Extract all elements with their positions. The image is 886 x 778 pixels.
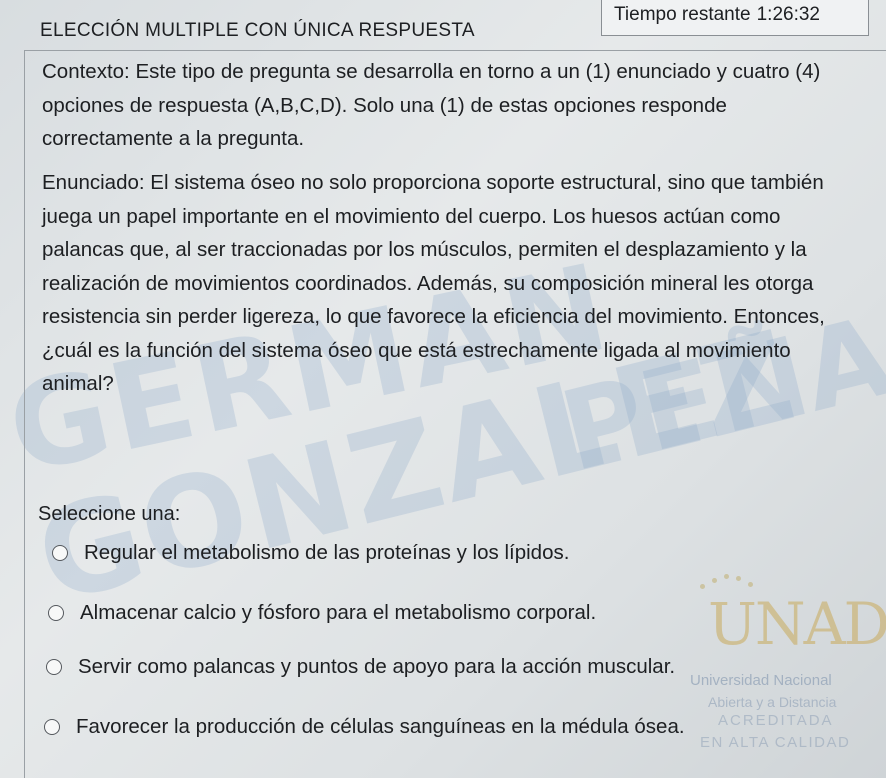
radio-button-c[interactable]	[46, 659, 62, 675]
question-statement: Enunciado: El sistema óseo no solo propo…	[42, 171, 825, 395]
answer-option-label: Servir como palancas y puntos de apoyo p…	[78, 655, 676, 678]
timer-label: Tiempo restante	[614, 4, 751, 25]
answer-option-a[interactable]: Regular el metabolismo de las proteínas …	[52, 541, 569, 565]
radio-button-d[interactable]	[44, 719, 60, 735]
radio-button-a[interactable]	[52, 545, 68, 561]
answer-option-d[interactable]: Favorecer la producción de células sangu…	[44, 715, 685, 739]
answer-option-c[interactable]: Servir como palancas y puntos de apoyo p…	[46, 655, 675, 679]
answer-option-label: Regular el metabolismo de las proteínas …	[84, 541, 570, 564]
question-context: Contexto: Este tipo de pregunta se desar…	[42, 60, 821, 150]
answer-option-label: Almacenar calcio y fósforo para el metab…	[80, 601, 597, 624]
select-one-label: Seleccione una:	[38, 503, 181, 525]
answer-option-label: Favorecer la producción de células sangu…	[76, 715, 685, 738]
time-remaining-box: Tiempo restante 1:26:32	[601, 0, 869, 36]
question-type-title: ELECCIÓN MULTIPLE CON ÚNICA RESPUESTA	[40, 20, 475, 41]
timer-value: 1:26:32	[756, 4, 820, 25]
radio-button-b[interactable]	[48, 605, 64, 621]
answer-option-b[interactable]: Almacenar calcio y fósforo para el metab…	[48, 601, 596, 625]
